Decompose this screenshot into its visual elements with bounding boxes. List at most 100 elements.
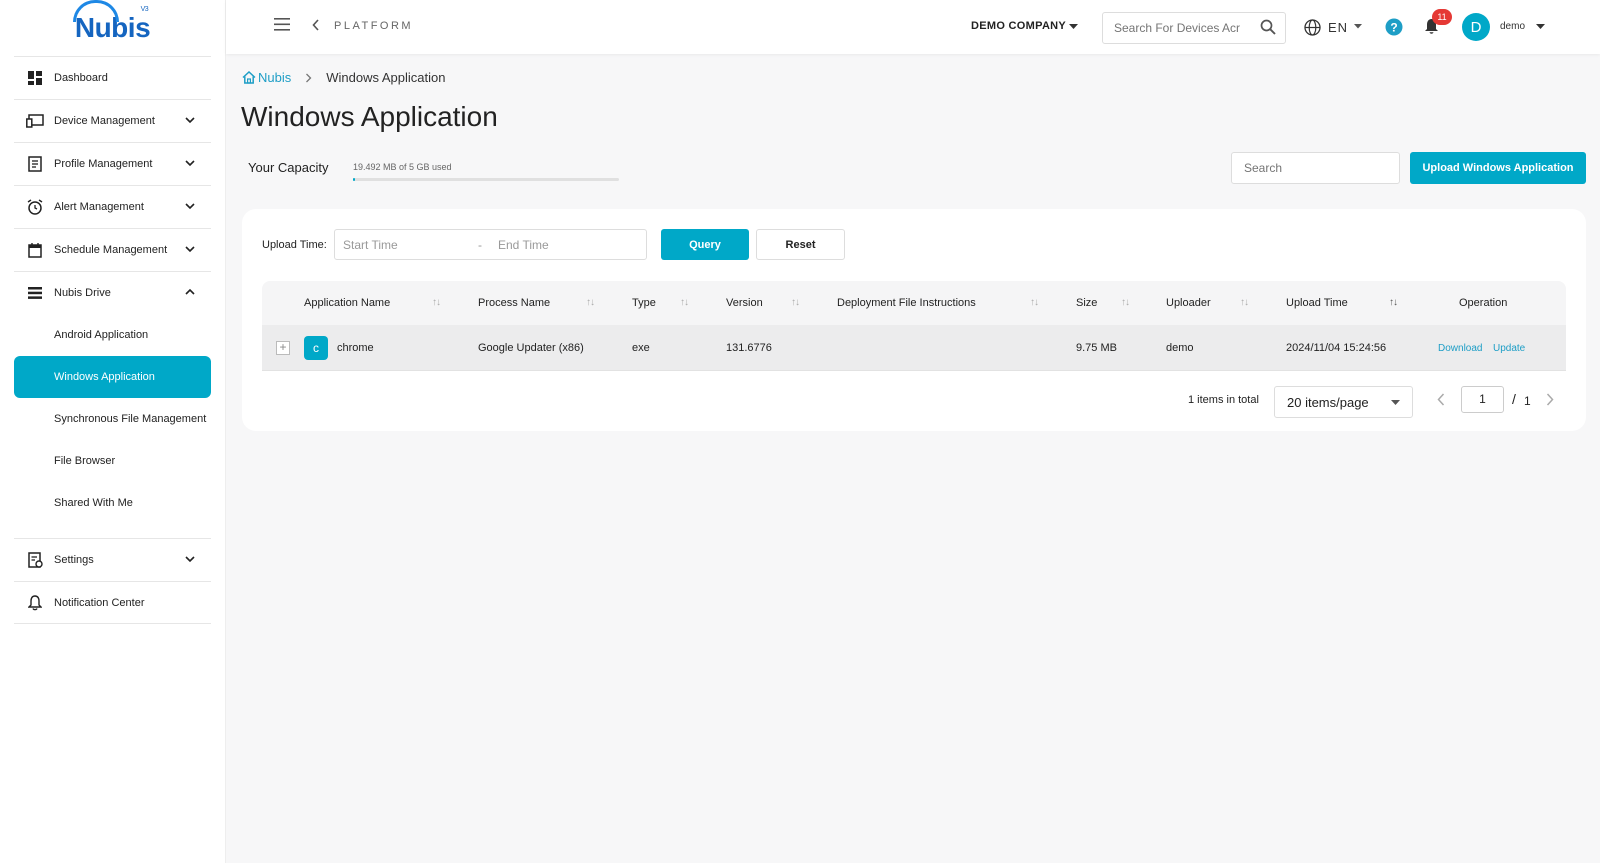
calendar-icon xyxy=(26,241,44,259)
cell-process-name: Google Updater (x86) xyxy=(478,342,584,354)
upload-windows-application-button[interactable]: Upload Windows Application xyxy=(1410,152,1586,184)
end-time-input[interactable]: End Time xyxy=(498,238,549,252)
chevron-down-icon[interactable] xyxy=(185,201,195,211)
start-time-input[interactable]: Start Time xyxy=(343,238,398,252)
cell-uploader: demo xyxy=(1166,342,1194,354)
column-header-application-name[interactable]: Application Name xyxy=(304,297,390,309)
sidebar-item-label: Schedule Management xyxy=(54,244,168,256)
sidebar-subitem-android-application[interactable]: Android Application xyxy=(14,314,211,356)
caret-down-icon[interactable] xyxy=(1069,24,1078,30)
caret-down-icon xyxy=(1391,400,1400,405)
cell-application-name: chrome xyxy=(337,342,374,354)
breadcrumb-current: Windows Application xyxy=(326,70,446,85)
chevron-down-icon[interactable] xyxy=(185,115,195,125)
cell-type: exe xyxy=(632,342,650,354)
capacity-progress-bar xyxy=(353,178,619,181)
device-search-input[interactable] xyxy=(1102,12,1286,44)
query-button[interactable]: Query xyxy=(661,229,749,260)
logo-version: V3 xyxy=(140,6,149,13)
sidebar-item-nubis-drive[interactable]: Nubis Drive xyxy=(14,271,211,314)
chevron-down-icon[interactable] xyxy=(185,244,195,254)
upload-time-range-picker[interactable]: Start Time - End Time xyxy=(334,229,647,260)
search-icon[interactable] xyxy=(1260,19,1276,35)
page-size-select[interactable]: 20 items/page xyxy=(1274,386,1413,418)
page-separator: / xyxy=(1512,391,1516,407)
sort-icon[interactable]: ↑↓ xyxy=(1240,297,1249,308)
sidebar-item-label: Nubis Drive xyxy=(54,287,111,299)
column-header-size[interactable]: Size xyxy=(1076,297,1097,309)
capacity-progress-fill xyxy=(353,178,356,181)
total-pages: 1 xyxy=(1524,394,1531,408)
platform-label[interactable]: PLATFORM xyxy=(334,20,413,32)
chevron-right-icon xyxy=(306,73,312,82)
sort-icon[interactable]: ↑↓ xyxy=(1121,297,1130,308)
sort-icon[interactable]: ↑↓ xyxy=(1030,297,1039,308)
next-page-icon[interactable] xyxy=(1546,393,1554,406)
sidebar-item-settings[interactable]: Settings xyxy=(14,538,211,581)
table-row[interactable]: + c chrome Google Updater (x86) exe 131.… xyxy=(262,325,1566,371)
chevron-down-icon[interactable] xyxy=(185,158,195,168)
sidebar-item-label: Profile Management xyxy=(54,158,153,170)
language-selector[interactable]: EN xyxy=(1328,20,1348,35)
upload-time-label: Upload Time: xyxy=(262,239,327,251)
sidebar-subitem-shared-with-me[interactable]: Shared With Me xyxy=(14,482,211,524)
column-header-operation: Operation xyxy=(1459,297,1508,309)
bell-icon xyxy=(26,594,44,612)
sidebar-subitem-file-browser[interactable]: File Browser xyxy=(14,440,211,482)
sidebar-item-label: Dashboard xyxy=(54,72,108,84)
sort-desc-icon[interactable]: ↑↓ xyxy=(1389,297,1398,308)
username[interactable]: demo xyxy=(1500,21,1525,32)
sidebar-item-label: Settings xyxy=(54,554,94,566)
avatar[interactable]: D xyxy=(1462,13,1490,41)
application-search-input[interactable] xyxy=(1231,152,1400,184)
alarm-clock-icon xyxy=(26,198,44,216)
caret-down-icon[interactable] xyxy=(1536,24,1545,30)
sidebar-item-alert-management[interactable]: Alert Management xyxy=(14,185,211,228)
sort-icon[interactable]: ↑↓ xyxy=(586,297,595,308)
cell-version: 131.6776 xyxy=(726,342,772,354)
sidebar-subitem-synchronous-file-management[interactable]: Synchronous File Management xyxy=(14,398,211,440)
company-selector[interactable]: DEMO COMPANY xyxy=(971,20,1066,32)
current-page-input[interactable]: 1 xyxy=(1461,386,1504,413)
device-icon xyxy=(26,112,44,130)
download-link[interactable]: Download xyxy=(1438,343,1482,354)
table-header: Application Name ↑↓ Process Name ↑↓ Type… xyxy=(262,281,1566,325)
app-letter-icon: c xyxy=(304,336,328,360)
update-link[interactable]: Update xyxy=(1493,343,1525,354)
sort-icon[interactable]: ↑↓ xyxy=(791,297,800,308)
globe-icon[interactable] xyxy=(1304,19,1321,36)
breadcrumb-home[interactable]: Nubis xyxy=(242,70,291,85)
capacity-label: Your Capacity xyxy=(248,160,329,175)
column-header-upload-time[interactable]: Upload Time xyxy=(1286,297,1348,309)
column-header-uploader[interactable]: Uploader xyxy=(1166,297,1211,309)
previous-page-icon[interactable] xyxy=(1437,393,1445,406)
sidebar-item-notification-center[interactable]: Notification Center xyxy=(14,581,211,624)
settings-doc-icon xyxy=(26,551,44,569)
column-header-type[interactable]: Type xyxy=(632,297,656,309)
sidebar-item-dashboard[interactable]: Dashboard xyxy=(14,56,211,99)
profile-icon xyxy=(26,155,44,173)
logo[interactable]: Nubis V3 xyxy=(0,0,225,56)
expand-row-icon[interactable]: + xyxy=(276,341,290,355)
menu-icon[interactable] xyxy=(274,18,290,31)
sidebar-item-label: Alert Management xyxy=(54,201,144,213)
sidebar-item-profile-management[interactable]: Profile Management xyxy=(14,142,211,185)
chevron-down-icon[interactable] xyxy=(185,554,195,564)
sidebar-item-schedule-management[interactable]: Schedule Management xyxy=(14,228,211,271)
sort-icon[interactable]: ↑↓ xyxy=(432,297,441,308)
column-header-deployment-file-instructions[interactable]: Deployment File Instructions xyxy=(837,297,976,309)
capacity-usage-text: 19.492 MB of 5 GB used xyxy=(353,162,452,172)
logo-cloud-icon xyxy=(72,0,119,22)
applications-card: Upload Time: Start Time - End Time Query… xyxy=(242,209,1586,431)
column-header-version[interactable]: Version xyxy=(726,297,763,309)
reset-button[interactable]: Reset xyxy=(756,229,845,260)
column-header-process-name[interactable]: Process Name xyxy=(478,297,550,309)
chevron-up-icon[interactable] xyxy=(185,287,195,297)
sort-icon[interactable]: ↑↓ xyxy=(680,297,689,308)
help-icon[interactable]: ? xyxy=(1385,18,1403,36)
caret-down-icon[interactable] xyxy=(1354,24,1362,29)
sidebar: Nubis V3 Dashboard Device Management Pro… xyxy=(0,0,226,863)
sidebar-item-device-management[interactable]: Device Management xyxy=(14,99,211,142)
sidebar-subitem-windows-application[interactable]: Windows Application xyxy=(14,356,211,398)
chevron-left-icon[interactable] xyxy=(312,19,320,31)
